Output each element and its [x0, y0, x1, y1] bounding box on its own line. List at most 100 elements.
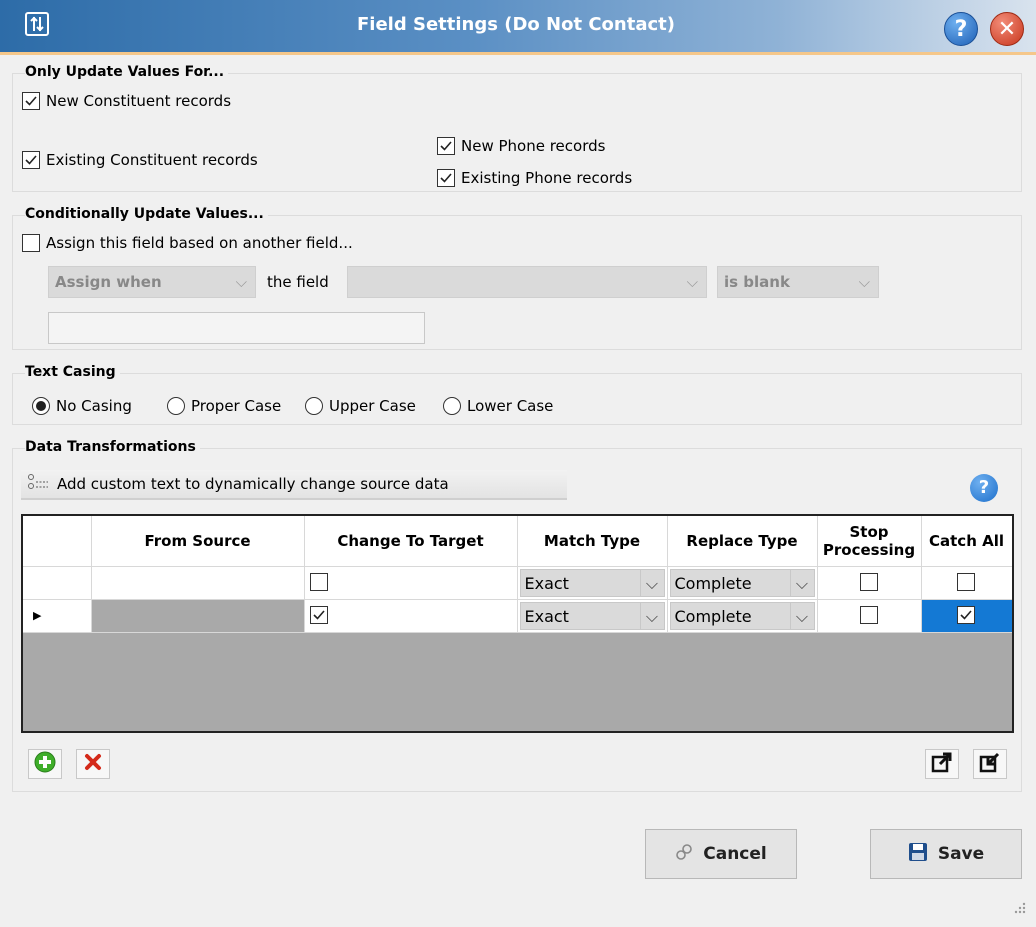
replace-type-cell[interactable]: Complete ⌵	[667, 599, 818, 633]
catch-all-cell[interactable]	[921, 599, 1012, 633]
radio-label: Lower Case	[467, 397, 554, 415]
condition-value-input[interactable]	[48, 312, 425, 344]
column-header-change-to-target[interactable]: Change To Target	[304, 516, 518, 567]
match-type-value: Exact	[524, 573, 569, 593]
checkbox-box[interactable]	[22, 92, 40, 110]
stop-processing-cell[interactable]	[817, 599, 922, 633]
column-header-indicator	[23, 516, 92, 567]
assign-when-value: Assign when	[55, 273, 162, 291]
radio-lower-case[interactable]: Lower Case	[443, 397, 553, 415]
checkbox-box[interactable]	[309, 572, 328, 591]
import-button[interactable]	[973, 749, 1007, 779]
checkbox-box[interactable]	[859, 572, 878, 591]
checkbox-label: Assign this field based on another field…	[46, 234, 353, 252]
import-icon	[979, 751, 1001, 777]
checkbox-box[interactable]	[22, 151, 40, 169]
export-button[interactable]	[925, 749, 959, 779]
radio-button[interactable]	[305, 397, 323, 415]
checkbox-box[interactable]	[437, 169, 455, 187]
chevron-down-icon: ⌵	[235, 273, 247, 291]
catch-all-cell[interactable]	[921, 566, 1012, 600]
column-header-match-type[interactable]: Match Type	[517, 516, 668, 567]
chevron-down-icon[interactable]: ⌵	[639, 569, 664, 596]
column-header-stop-processing[interactable]: Stop Processing	[817, 516, 922, 567]
replace-type-value: Complete	[674, 606, 752, 626]
save-button[interactable]: Save	[870, 829, 1022, 879]
change-to-target-cell[interactable]	[304, 566, 518, 600]
checkbox-box[interactable]	[859, 605, 878, 624]
checkbox-box[interactable]	[309, 605, 328, 624]
delete-row-button[interactable]	[76, 749, 110, 779]
cancel-button[interactable]: Cancel	[645, 829, 797, 879]
checkbox-label: New Constituent records	[46, 92, 232, 110]
plus-circle-icon	[34, 751, 56, 777]
assign-based-on-field-checkbox[interactable]: Assign this field based on another field…	[22, 234, 353, 252]
assign-when-dropdown[interactable]: Assign when ⌵	[48, 266, 256, 298]
match-type-dropdown[interactable]: Exact ⌵	[519, 568, 665, 597]
condition-value: is blank	[724, 273, 790, 291]
current-row-arrow-icon: ▶	[33, 609, 42, 622]
checkbox-label: New Phone records	[461, 137, 606, 155]
radio-no-casing[interactable]: No Casing	[32, 397, 132, 415]
change-to-target-cell[interactable]	[304, 599, 518, 633]
checkbox-box[interactable]	[956, 572, 975, 591]
checkbox-box[interactable]	[22, 234, 40, 252]
floppy-disk-icon	[908, 842, 928, 867]
row-indicator[interactable]: ▶	[23, 599, 92, 633]
radio-button[interactable]	[32, 397, 50, 415]
resize-grip-icon[interactable]	[1008, 898, 1028, 918]
transformations-table: From Source Change To Target Match Type …	[23, 516, 1012, 633]
chevron-down-icon: ⌵	[686, 273, 698, 291]
checkbox-box[interactable]	[437, 137, 455, 155]
new-phone-checkbox[interactable]: New Phone records	[437, 137, 605, 155]
row-indicator[interactable]	[23, 566, 92, 600]
checkbox-label: Existing Constituent records	[46, 151, 258, 169]
chevron-down-icon[interactable]: ⌵	[789, 602, 814, 629]
table-row[interactable]: ▶ Exact ⌵ Complete ⌵	[23, 599, 1012, 633]
transformations-grid: From Source Change To Target Match Type …	[21, 514, 1014, 733]
new-constituent-checkbox[interactable]: New Constituent records	[22, 92, 231, 110]
match-type-cell[interactable]: Exact ⌵	[517, 566, 668, 600]
from-source-cell[interactable]	[91, 566, 305, 600]
title-bar: Field Settings (Do Not Contact) ? ✕	[0, 0, 1036, 55]
cancel-label: Cancel	[703, 844, 767, 864]
column-header-from-source[interactable]: From Source	[91, 516, 305, 567]
help-icon[interactable]: ?	[944, 12, 978, 46]
table-header-row: From Source Change To Target Match Type …	[23, 516, 1012, 567]
replace-type-value: Complete	[674, 573, 752, 593]
delete-x-icon	[83, 752, 103, 776]
checkbox-label: Existing Phone records	[461, 169, 633, 187]
existing-constituent-checkbox[interactable]: Existing Constituent records	[22, 151, 258, 169]
radio-proper-case[interactable]: Proper Case	[167, 397, 281, 415]
replace-type-dropdown[interactable]: Complete ⌵	[669, 601, 815, 630]
radio-button[interactable]	[443, 397, 461, 415]
chevron-down-icon[interactable]: ⌵	[789, 569, 814, 596]
text-casing-title: Text Casing	[25, 364, 120, 380]
match-type-dropdown[interactable]: Exact ⌵	[519, 601, 665, 630]
radio-label: Proper Case	[191, 397, 282, 415]
data-transformations-title: Data Transformations	[25, 439, 200, 455]
chevron-down-icon[interactable]: ⌵	[639, 602, 664, 629]
help-icon[interactable]: ?	[970, 474, 998, 502]
save-label: Save	[937, 844, 985, 864]
replace-type-cell[interactable]: Complete ⌵	[667, 566, 818, 600]
replace-type-dropdown[interactable]: Complete ⌵	[669, 568, 815, 597]
add-custom-text-button[interactable]: Add custom text to dynamically change so…	[21, 470, 567, 500]
existing-phone-checkbox[interactable]: Existing Phone records	[437, 169, 632, 187]
window-title: Field Settings (Do Not Contact)	[357, 14, 675, 35]
column-header-replace-type[interactable]: Replace Type	[667, 516, 818, 567]
radio-upper-case[interactable]: Upper Case	[305, 397, 416, 415]
stop-processing-cell[interactable]	[817, 566, 922, 600]
add-row-button[interactable]	[28, 749, 62, 779]
condition-dropdown[interactable]: is blank ⌵	[717, 266, 879, 298]
update-values-title: Only Update Values For...	[25, 64, 229, 80]
close-icon[interactable]: ✕	[990, 12, 1024, 46]
table-row[interactable]: Exact ⌵ Complete ⌵	[23, 566, 1012, 600]
match-type-cell[interactable]: Exact ⌵	[517, 599, 668, 633]
match-type-value: Exact	[524, 606, 569, 626]
from-source-cell[interactable]	[91, 599, 305, 633]
radio-button[interactable]	[167, 397, 185, 415]
field-dropdown[interactable]: ⌵	[347, 266, 707, 298]
column-header-catch-all[interactable]: Catch All	[921, 516, 1012, 567]
checkbox-box[interactable]	[956, 605, 975, 624]
